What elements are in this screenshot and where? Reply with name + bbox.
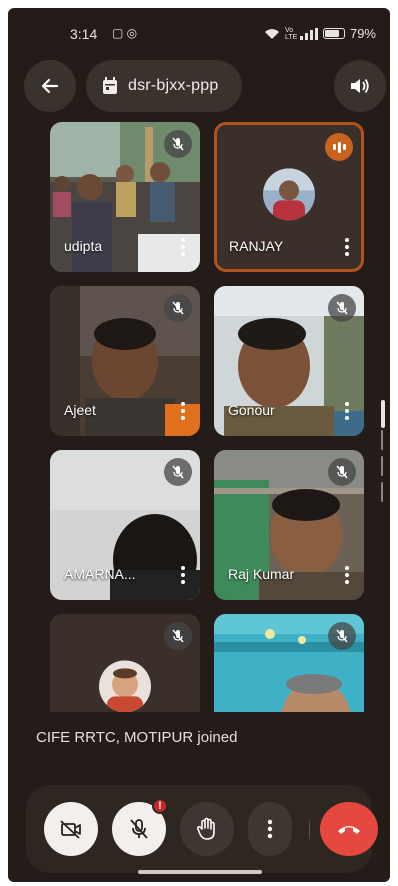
participant-tile[interactable]: udipta [50, 122, 200, 272]
participant-name: udipta [64, 238, 103, 254]
scrollbar-thumb[interactable] [381, 400, 385, 428]
status-notification-icons: ▢ ◎ [112, 26, 138, 40]
more-vert-icon[interactable] [344, 402, 350, 420]
mic-off-icon [328, 294, 356, 322]
raise-hand-icon [197, 817, 215, 840]
participant-tile[interactable] [214, 614, 364, 712]
status-time: 3:14 [70, 26, 98, 42]
volte-icon: Vo LTE [284, 26, 298, 41]
participant-tile[interactable]: Raj Kumar [214, 450, 364, 600]
participant-tile[interactable]: AMARNA... [50, 450, 200, 600]
meeting-info-button[interactable]: dsr-bjxx-ppp [86, 60, 242, 112]
camera-off-icon [60, 820, 81, 839]
back-button[interactable] [24, 60, 76, 112]
audio-output-button[interactable] [334, 60, 386, 112]
mic-off-icon [328, 458, 356, 486]
mic-off-icon [130, 819, 148, 839]
participant-avatar [99, 660, 151, 712]
participant-name: RANJAY [229, 238, 284, 254]
mic-alert-badge: ! [152, 798, 168, 814]
mic-off-icon [164, 130, 192, 158]
speaker-icon [351, 78, 369, 94]
status-bar: 3:14 ▢ ◎ Vo LTE 79% [8, 8, 390, 58]
more-vert-icon[interactable] [180, 238, 186, 256]
participant-name: Ajeet [64, 402, 96, 418]
call-header: dsr-bjxx-ppp [8, 54, 390, 112]
meeting-code: dsr-bjxx-ppp [128, 77, 219, 94]
arrow-left-icon [41, 78, 59, 94]
mic-off-icon [164, 458, 192, 486]
more-vert-icon[interactable] [344, 566, 350, 584]
battery-percent: 79% [349, 26, 376, 41]
home-indicator[interactable] [138, 870, 262, 874]
call-controls: ! [26, 785, 378, 873]
more-vert-icon[interactable] [180, 566, 186, 584]
mic-off-icon [328, 622, 356, 650]
participant-avatar [263, 168, 315, 221]
participant-name: Raj Kumar [228, 566, 295, 582]
mic-toggle-button[interactable]: ! [112, 798, 168, 856]
calendar-icon [103, 77, 117, 94]
end-call-icon [338, 826, 360, 834]
status-right-icons: Vo LTE 79% [264, 26, 376, 41]
participant-tile-speaking[interactable]: RANJAY [214, 122, 364, 272]
more-vert-icon [267, 819, 273, 839]
wifi-icon [264, 28, 279, 39]
camera-toggle-button[interactable] [44, 802, 98, 856]
more-vert-icon[interactable] [344, 238, 350, 256]
participant-name: AMARNA... [64, 566, 136, 582]
participant-name: Gonour [228, 402, 275, 418]
battery-icon [322, 28, 345, 39]
signal-icon [299, 27, 318, 40]
participant-grid[interactable]: udipta RANJAY Ajeet Gonour AMARNA... Raj… [50, 122, 366, 712]
more-options-button[interactable] [248, 802, 292, 856]
end-call-button[interactable] [320, 802, 378, 856]
raise-hand-button[interactable] [180, 802, 234, 856]
more-vert-icon[interactable] [180, 402, 186, 420]
participant-tile[interactable] [50, 614, 200, 712]
join-notification: CIFE RRTC, MOTIPUR joined [36, 729, 238, 746]
meet-call-screen: 3:14 ▢ ◎ Vo LTE 79% dsr-bjxx-ppp udipta … [8, 8, 390, 882]
mic-off-icon [164, 294, 192, 322]
control-divider [309, 821, 310, 839]
participant-tile[interactable]: Gonour [214, 286, 364, 436]
participant-tile[interactable]: Ajeet [50, 286, 200, 436]
speaking-indicator-icon [325, 133, 353, 161]
mic-off-icon [164, 622, 192, 650]
